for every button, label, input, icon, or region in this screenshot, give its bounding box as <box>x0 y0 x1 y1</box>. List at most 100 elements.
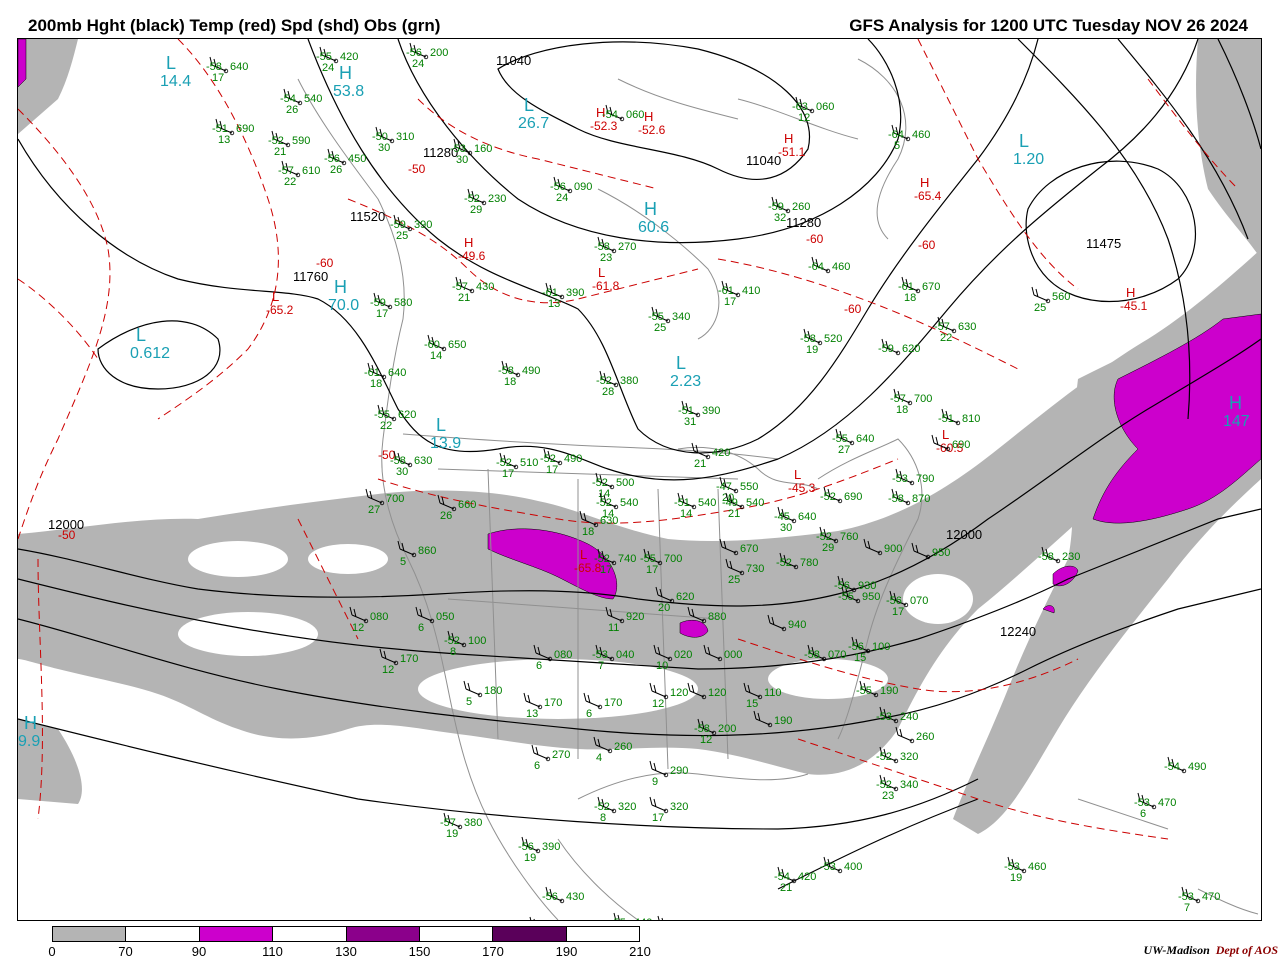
mexico-coast <box>557 838 639 920</box>
obs-wind: 17 <box>724 296 736 308</box>
pressure-center-value: 9.9 <box>18 733 40 750</box>
station-obs: 260 <box>895 726 934 744</box>
height-label: 11475 <box>1086 236 1121 251</box>
pressure-center-value: 2.23 <box>670 373 701 390</box>
obs-height: 420 <box>712 447 730 459</box>
obs-wind: 23 <box>882 790 894 802</box>
station-obs: -61 41017 <box>718 280 760 308</box>
station-obs: 270 6 <box>531 744 570 772</box>
obs-wind: 5 <box>894 140 900 152</box>
obs-wind: 26 <box>330 164 342 176</box>
speed-shading-gray <box>18 39 1261 834</box>
temperature-label: -60 <box>918 238 936 252</box>
obs-wind: 26 <box>286 104 298 116</box>
obs-height: 230 <box>1062 551 1080 563</box>
station-obs: -57 63022 <box>934 316 976 344</box>
chart-title: 200mb Hght (black) Temp (red) Spd (shd) … <box>28 16 441 35</box>
pressure-center-value: -49.6 <box>458 249 486 263</box>
obs-height: 260 <box>614 741 632 753</box>
obs-wind: 11 <box>608 622 619 634</box>
obs-temperature: -53 <box>876 711 892 723</box>
wind-barb <box>531 744 549 760</box>
obs-height: 390 <box>414 219 432 231</box>
obs-wind: 30 <box>378 142 390 154</box>
obs-height: 510 <box>520 457 538 469</box>
obs-height: 540 <box>620 497 638 509</box>
obs-wind: 15 <box>746 698 758 710</box>
obs-wind: 23 <box>600 252 612 264</box>
station-obs: -61 64018 <box>364 362 406 390</box>
obs-height: 620 <box>398 409 416 421</box>
pressure-center-value: -65.2 <box>266 303 294 317</box>
obs-height: 610 <box>302 165 320 177</box>
obs-height: 170 <box>544 697 562 709</box>
station-obs: -52 51017 <box>496 452 538 480</box>
obs-temperature: -58 <box>1038 551 1054 563</box>
colorbar-label: 110 <box>262 944 283 959</box>
colorbar-label: 150 <box>408 944 431 959</box>
obs-wind: 12 <box>798 112 810 124</box>
obs-wind: 21 <box>274 146 286 158</box>
obs-wind: 19 <box>524 852 536 864</box>
gulf-coast <box>577 772 809 800</box>
pressure-center-letter: L <box>272 289 279 304</box>
pressure-center-value: 13.9 <box>430 435 461 452</box>
obs-height: 630 <box>414 455 432 467</box>
obs-height: 460 <box>832 261 850 273</box>
obs-height: 320 <box>618 801 636 813</box>
obs-height: 090 <box>574 181 592 193</box>
station-obs: -61 67018 <box>898 276 940 304</box>
obs-height: 020 <box>674 649 692 661</box>
wind-barb <box>691 442 709 458</box>
colorbar-segment <box>273 927 347 941</box>
jet-max-corner <box>18 39 27 88</box>
pressure-center-letter: H <box>784 131 793 146</box>
station-obs: -61 39013 <box>542 282 584 310</box>
station-obs: -56 45026 <box>324 148 366 176</box>
obs-wind: 19 <box>446 828 458 840</box>
obs-height: 620 <box>902 343 920 355</box>
obs-temperature: -64 <box>808 261 824 273</box>
pressure-center-letter: L <box>1019 131 1029 151</box>
station-obs: -58 63030 <box>390 450 432 478</box>
obs-wind: 30 <box>396 466 408 478</box>
station-obs: -52 690 <box>820 486 862 504</box>
obs-height: 640 <box>856 433 874 445</box>
obs-height: 950 <box>932 547 950 559</box>
obs-height: 700 <box>664 553 682 565</box>
station-obs: -60 65014 <box>424 334 466 362</box>
obs-temperature: -58 <box>804 649 820 661</box>
pressure-center-value: 147 <box>1223 413 1250 430</box>
obs-wind: 22 <box>940 332 952 344</box>
obs-height: 560 <box>1052 291 1070 303</box>
obs-height: 690 <box>844 491 862 503</box>
height-label: 11520 <box>350 209 385 224</box>
station-obs: -52 34023 <box>876 774 918 802</box>
station-obs: -63 06012 <box>792 96 834 124</box>
obs-height: 310 <box>396 131 414 143</box>
obs-height: 430 <box>566 891 584 903</box>
obs-height: 540 <box>746 497 764 509</box>
station-obs: -55430 <box>529 916 535 920</box>
pressure-center-value: 26.7 <box>518 115 549 132</box>
obs-wind: 17 <box>892 606 904 618</box>
pressure-center-letter: L <box>676 353 686 373</box>
obs-height: 380 <box>464 817 482 829</box>
hole-2 <box>308 544 388 574</box>
station-obs: -54 490 <box>1164 756 1206 774</box>
pressure-center-value: -65.4 <box>914 189 942 203</box>
obs-wind: 24 <box>412 58 424 70</box>
obs-wind: 17 <box>502 468 514 480</box>
station-obs: -53 4707 <box>1178 886 1220 914</box>
obs-height: 790 <box>916 473 934 485</box>
obs-wind: 12 <box>382 664 394 676</box>
obs-wind: 6 <box>1140 808 1146 820</box>
obs-temperature: -59 <box>878 343 894 355</box>
obs-height: 520 <box>824 333 842 345</box>
obs-wind: 18 <box>370 378 382 390</box>
station-obs: -64 460 <box>808 256 850 274</box>
obs-temperature: -52 <box>820 491 836 503</box>
obs-wind: 17 <box>600 564 612 576</box>
station-obs: -51 39031 <box>678 400 720 428</box>
obs-wind: 8 <box>600 812 606 824</box>
